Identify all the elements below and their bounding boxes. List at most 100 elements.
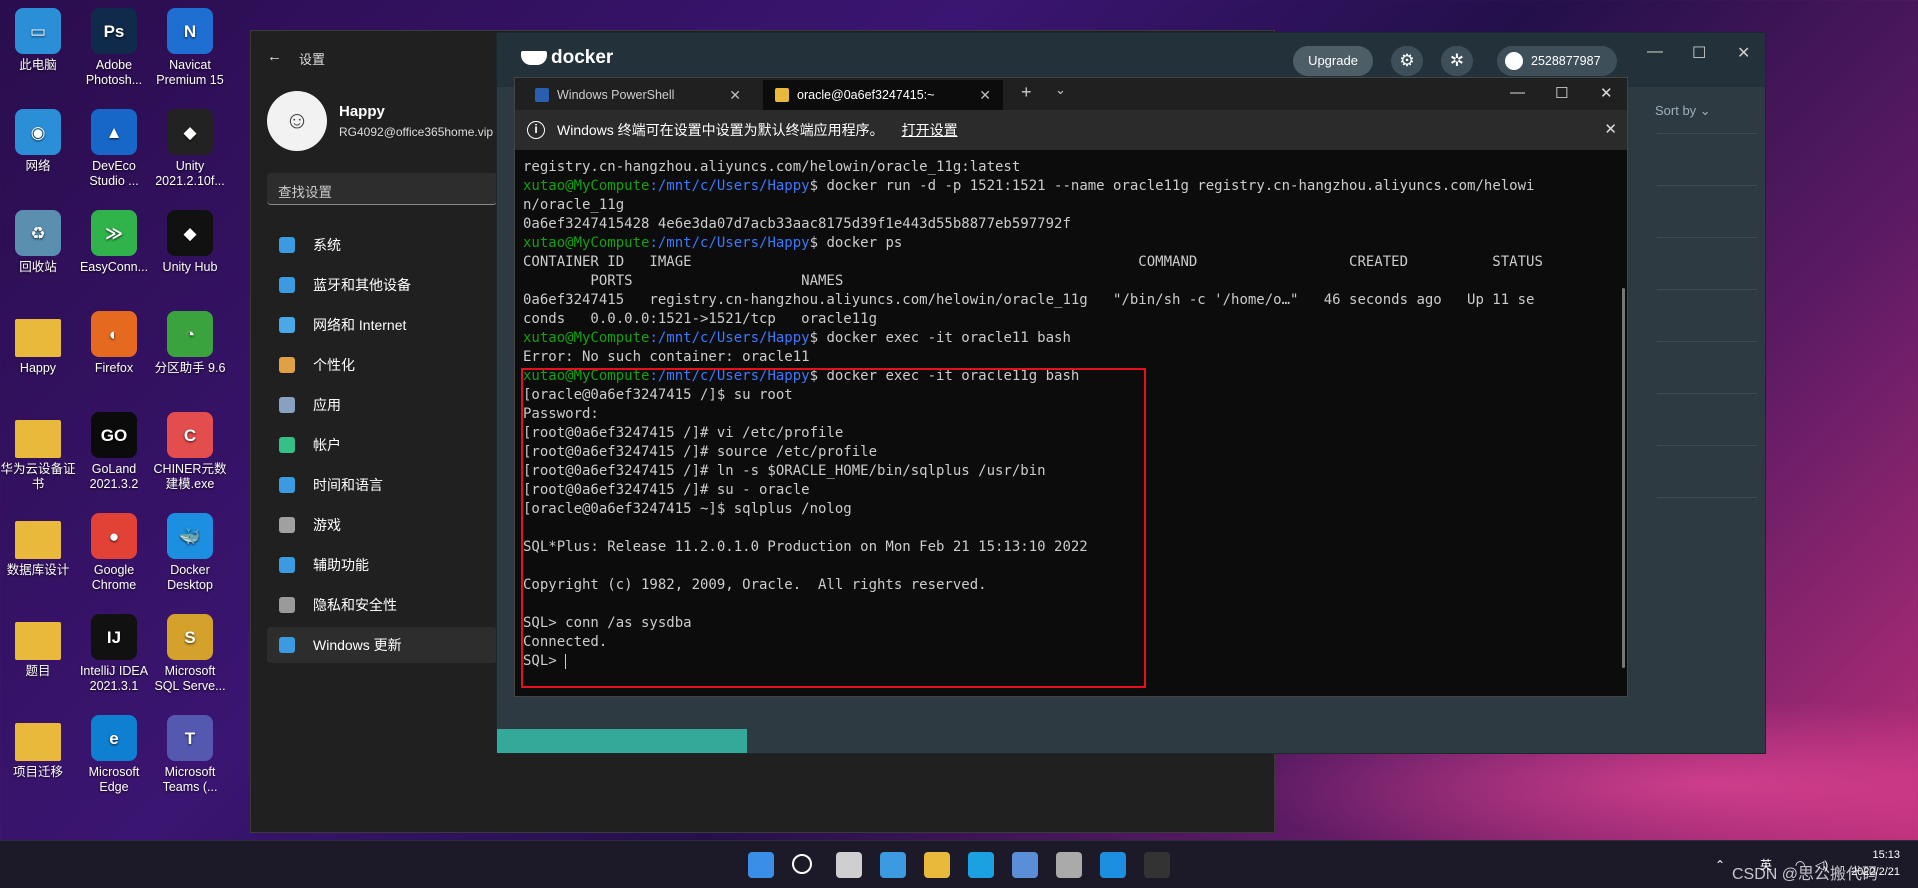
close-icon[interactable]: ✕ [1737,43,1750,63]
terminal-line: Error: No such container: oracle11 [523,348,1613,367]
upgrade-button[interactable]: Upgrade [1293,46,1373,76]
tab-powershell[interactable]: Windows PowerShell ✕ [523,80,753,110]
open-settings-link[interactable]: 打开设置 [902,122,958,138]
desktop-icon[interactable]: 🐳 Docker Desktop [152,513,228,593]
store-icon[interactable] [1012,852,1038,878]
nav-item[interactable]: 个性化 [267,347,497,383]
desktop-icon[interactable]: IJ IntelliJ IDEA 2021.3.1 [76,614,152,694]
desktop-icon[interactable]: 项目迁移 [0,715,76,780]
prompt-user: xutao@MyCompute [523,235,650,251]
nav-item[interactable]: 网络和 Internet [267,307,497,343]
nav-item-label: 帐户 [313,437,341,453]
tray-chevron-icon[interactable]: ⌃ [1715,841,1725,888]
settings-search-input[interactable]: 查找设置 [267,173,497,205]
nav-item[interactable]: 游戏 [267,507,497,543]
nav-item-icon [279,477,295,493]
docker-status-bar [497,729,747,753]
linux-icon [775,88,789,102]
terminal-scrollbar[interactable] [1622,288,1625,668]
app-icon: S [167,614,213,660]
docker-icon[interactable] [1100,852,1126,878]
powershell-icon [535,88,549,102]
nav-item[interactable]: Windows 更新 [267,627,497,663]
edge-icon[interactable] [968,852,994,878]
desktop-icon[interactable]: ◆ Unity 2021.2.10f... [152,109,228,189]
desktop-icon[interactable]: ◐ Firefox [76,311,152,376]
desktop-icon[interactable]: ▲ DevEco Studio ... [76,109,152,189]
terminal-icon[interactable] [1144,852,1170,878]
desktop-icon[interactable]: Ps Adobe Photosh... [76,8,152,88]
desktop-icon[interactable]: e Microsoft Edge [76,715,152,795]
maximize-icon[interactable]: ☐ [1692,43,1706,63]
terminal-line: 0a6ef3247415 registry.cn-hangzhou.aliyun… [523,291,1613,310]
highlight-box [521,368,1146,688]
app-icon [15,622,61,660]
terminal-info-bar: i Windows 终端可在设置中设置为默认终端应用程序。 打开设置 ✕ [515,110,1627,150]
app-icon: ◐ [91,311,137,357]
app-icon: ◆ [167,109,213,155]
desktop-icons: ▭ 此电脑 Ps Adobe Photosh... N Navicat Premium 1… [0,0,260,840]
tab-oracle[interactable]: oracle@0a6ef3247415:~ ✕ [763,80,1003,110]
desktop-icon-label: Firefox [94,361,134,375]
nav-item-icon [279,237,295,253]
close-icon[interactable]: ✕ [729,80,741,110]
desktop-icon[interactable]: 数据库设计 [0,513,76,578]
nav-item-icon [279,397,295,413]
minimize-icon[interactable]: — [1510,84,1525,101]
maximize-icon[interactable]: ☐ [1555,84,1568,102]
close-icon[interactable]: ✕ [1604,110,1617,150]
file-explorer-icon[interactable] [924,852,950,878]
task-view-icon[interactable] [836,852,862,878]
app-icon: ◉ [15,109,61,155]
desktop-icon-label: Microsoft Teams (... [162,765,218,794]
nav-item[interactable]: 蓝牙和其他设备 [267,267,497,303]
widgets-icon[interactable] [880,852,906,878]
desktop-icon[interactable]: ◆ Unity Hub [152,210,228,275]
desktop-icon[interactable]: S Microsoft SQL Serve... [152,614,228,694]
user-profile[interactable]: ☺ Happy RG4092@office365home.vip [267,91,497,155]
desktop-icon[interactable]: GO GoLand 2021.3.2 [76,412,152,492]
sort-by-dropdown[interactable]: Sort by ⌄ [1655,103,1711,119]
desktop-icon-label: IntelliJ IDEA 2021.3.1 [79,664,149,693]
nav-item[interactable]: 时间和语言 [267,467,497,503]
user-name: Happy [339,103,385,120]
bug-icon[interactable]: ✲ [1441,46,1473,76]
desktop-icon[interactable]: ▭ 此电脑 [0,8,76,73]
new-tab-icon[interactable]: + [1021,82,1032,103]
chevron-down-icon[interactable]: ⌄ [1055,82,1066,98]
desktop-icon[interactable]: 题目 [0,614,76,679]
desktop-icon[interactable]: ◉ 网络 [0,109,76,174]
settings-icon[interactable] [1056,852,1082,878]
terminal-line-text: 0a6ef3247415428 4e6e3da07d7acb33aac8175d… [523,216,1071,232]
nav-item[interactable]: 系统 [267,227,497,263]
desktop-icon[interactable]: ● Google Chrome [76,513,152,593]
desktop-icon[interactable]: ◔ 分区助手 9.6 [152,311,228,376]
close-icon[interactable]: ✕ [979,80,991,110]
info-text: Windows 终端可在设置中设置为默认终端应用程序。 [557,122,884,138]
desktop-icon[interactable]: 华为云设备证书 [0,412,76,492]
settings-title: 设置 [299,52,326,67]
desktop-icon[interactable]: C CHINER元数建模.exe [152,412,228,492]
desktop-icon[interactable]: ♻ 回收站 [0,210,76,275]
minimize-icon[interactable]: — [1647,43,1663,61]
desktop-icon-label: 项目迁移 [12,765,63,779]
app-icon: C [167,412,213,458]
back-arrow-icon[interactable]: ← [267,48,282,65]
user-account-button[interactable]: 2528877987 [1497,46,1617,76]
nav-item[interactable]: 应用 [267,387,497,423]
nav-item[interactable]: 隐私和安全性 [267,587,497,623]
desktop-icon-label: 分区助手 9.6 [154,361,226,375]
desktop-icon[interactable]: ≫ EasyConn... [76,210,152,275]
user-icon [1505,52,1523,70]
search-icon[interactable] [792,854,812,874]
desktop-icon[interactable]: T Microsoft Teams (... [152,715,228,795]
prompt-user: xutao@MyCompute [523,178,650,194]
nav-item[interactable]: 辅助功能 [267,547,497,583]
nav-item[interactable]: 帐户 [267,427,497,463]
gear-icon[interactable]: ⚙ [1391,46,1423,76]
desktop-icon[interactable]: Happy [0,311,76,376]
desktop-icon-label: CHINER元数建模.exe [153,462,227,491]
desktop-icon[interactable]: N Navicat Premium 15 [152,8,228,88]
close-icon[interactable]: ✕ [1600,84,1613,102]
start-icon[interactable] [748,852,774,878]
